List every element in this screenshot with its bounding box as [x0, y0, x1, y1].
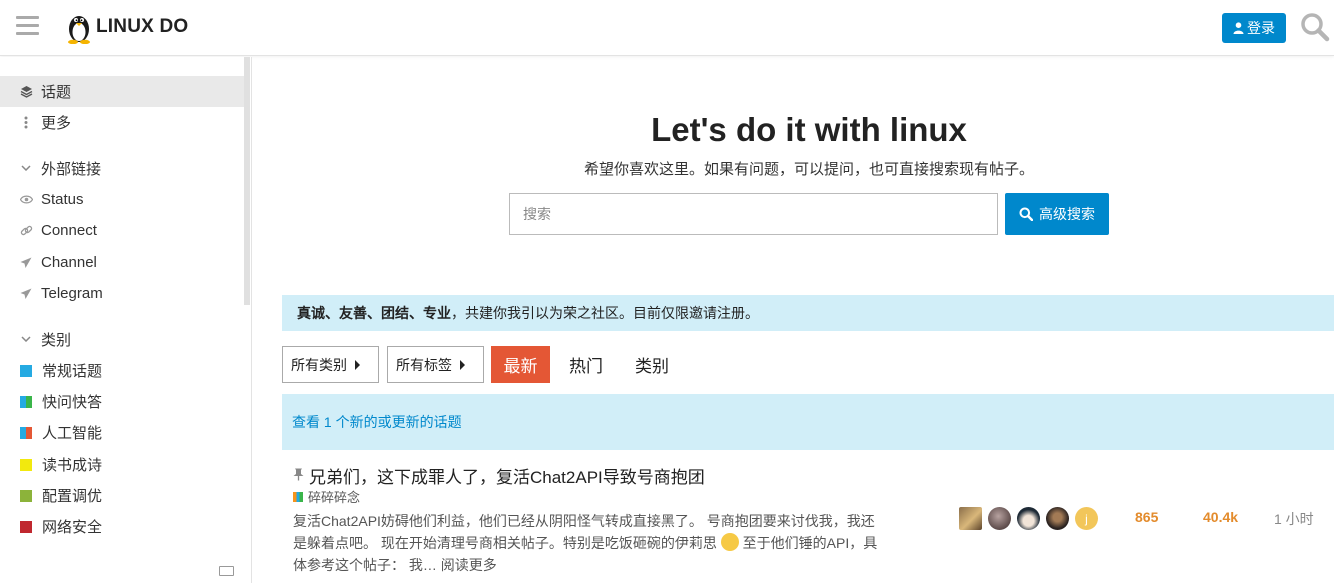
- tab-hot[interactable]: 热门: [557, 346, 615, 383]
- site-header: LINUX DO 登录: [0, 0, 1334, 56]
- topic-title[interactable]: 兄弟们，这下成罪人了，复活Chat2API导致号商抱团: [293, 463, 705, 488]
- avatar[interactable]: [959, 507, 982, 530]
- tag-dropdown-label: 所有标签: [396, 356, 452, 373]
- new-topics-notice[interactable]: 查看 1 个新的或更新的话题: [282, 394, 1334, 450]
- excerpt-text: 是躲着点吧。 现在开始清理号商相关帖子。特别是吃饭砸碗的伊莉思: [293, 535, 717, 551]
- sidebar-category-config[interactable]: 配置调优: [0, 480, 244, 511]
- search-icon[interactable]: [1300, 12, 1330, 42]
- topic-category-badge[interactable]: 碎碎碎念: [293, 487, 360, 506]
- category-color-swatch: [20, 426, 32, 439]
- category-color-swatch: [293, 491, 303, 502]
- topic-title-text: 兄弟们，这下成罪人了，复活Chat2API导致号商抱团: [309, 468, 705, 487]
- read-more-link[interactable]: 阅读更多: [441, 557, 497, 573]
- chevron-down-icon: [19, 333, 33, 345]
- page-subtitle: 希望你喜欢这里。如果有问题，可以提问，也可直接搜索现有帖子。: [583, 161, 1034, 178]
- excerpt-text: 体参考这个帖子： 我…: [293, 557, 437, 573]
- sidebar-category-quick-qa[interactable]: 快问快答: [0, 386, 244, 417]
- tab-latest[interactable]: 最新: [491, 346, 550, 383]
- category-dropdown[interactable]: 所有类别: [282, 346, 379, 383]
- topic-activity-time[interactable]: 1 小时: [1274, 509, 1314, 529]
- search-placeholder: 搜索: [523, 206, 551, 222]
- sidebar-item-telegram[interactable]: Telegram: [0, 278, 244, 309]
- tab-categories[interactable]: 类别: [623, 346, 681, 383]
- category-color-swatch: [20, 458, 32, 471]
- caret-right-icon: [355, 359, 360, 370]
- search-icon: [1019, 207, 1033, 221]
- sidebar-item-label: 话题: [41, 84, 72, 101]
- sidebar-item-label: 常规话题: [42, 363, 103, 380]
- sidebar-item-channel[interactable]: Channel: [0, 247, 244, 278]
- sidebar-item-more[interactable]: 更多: [0, 107, 244, 138]
- category-color-swatch: [20, 364, 32, 377]
- sidebar-item-label: 快问快答: [42, 394, 103, 411]
- grin-emoji-icon: [720, 533, 739, 551]
- login-label: 登录: [1247, 20, 1275, 36]
- avatar[interactable]: [1046, 507, 1069, 530]
- layers-icon: [19, 85, 33, 99]
- site-logo[interactable]: LINUX DO: [64, 10, 188, 44]
- category-color-swatch: [20, 395, 32, 408]
- sidebar-category-security[interactable]: 网络安全: [0, 511, 244, 542]
- sidebar-item-label: 配置调优: [42, 488, 103, 505]
- caret-right-icon: [460, 359, 465, 370]
- vertical-ellipsis-icon: [19, 116, 33, 130]
- sidebar-scrollbar[interactable]: [244, 57, 250, 305]
- community-banner: 真诚、友善、团结、专业 ，共建你我引以为荣之社区。目前仅限邀请注册。: [282, 295, 1334, 331]
- excerpt-text: 至于他们锤的API，具: [742, 535, 878, 551]
- tux-penguin-icon: [68, 16, 90, 44]
- section-heading: 外部链接: [41, 160, 102, 178]
- sidebar-item-label: 人工智能: [42, 425, 103, 442]
- excerpt-line: 复活Chat2API妨碍他们利益，他们已经从阴阳怪气转成直接黑了。 号商抱团要来…: [293, 513, 875, 529]
- excerpt-line-2: 是躲着点吧。 现在开始清理号商相关帖子。特别是吃饭砸碗的伊莉思 至于他们锤的AP…: [293, 532, 923, 554]
- topic-category-label: 碎碎碎念: [308, 490, 361, 505]
- send-icon: [19, 256, 33, 270]
- sidebar-item-topics[interactable]: 话题: [0, 76, 244, 107]
- sidebar-item-label: Channel: [41, 254, 97, 271]
- sidebar-item-status[interactable]: Status: [0, 184, 244, 215]
- sidebar-section-external-links[interactable]: 外部链接: [0, 153, 244, 183]
- tag-dropdown[interactable]: 所有标签: [387, 346, 484, 383]
- section-heading: 类别: [41, 331, 72, 349]
- pin-icon: [293, 468, 305, 484]
- topic-view-count: 40.4k: [1203, 509, 1239, 525]
- avatar[interactable]: [988, 507, 1011, 530]
- send-icon: [19, 287, 33, 301]
- sidebar-item-label: Status: [41, 191, 84, 208]
- search-input[interactable]: 搜索: [509, 193, 998, 235]
- sidebar-category-general[interactable]: 常规话题: [0, 355, 244, 386]
- sidebar-category-reading[interactable]: 读书成诗: [0, 449, 244, 480]
- hamburger-menu-icon[interactable]: [16, 16, 39, 36]
- keyboard-shortcuts-icon[interactable]: [219, 566, 234, 576]
- category-dropdown-label: 所有类别: [291, 356, 347, 373]
- banner-text: ，共建你我引以为荣之社区。目前仅限邀请注册。: [451, 305, 759, 321]
- excerpt-line-3: 体参考这个帖子： 我… 阅读更多: [293, 554, 923, 576]
- sidebar-section-categories[interactable]: 类别: [0, 324, 244, 354]
- banner-bold-text: 真诚、友善、团结、专业: [297, 305, 451, 321]
- poster-avatars: j: [959, 507, 1098, 530]
- sidebar-item-label: 网络安全: [42, 519, 103, 536]
- avatar[interactable]: [1017, 507, 1040, 530]
- advanced-search-label: 高级搜索: [1039, 206, 1095, 222]
- category-color-swatch: [20, 489, 32, 502]
- chevron-down-icon: [19, 162, 33, 174]
- sidebar-item-connect[interactable]: Connect: [0, 215, 244, 246]
- eye-icon: [19, 193, 33, 207]
- sidebar-item-label: Connect: [41, 222, 97, 239]
- link-icon: [19, 224, 33, 238]
- advanced-search-button[interactable]: 高级搜索: [1005, 193, 1109, 235]
- sidebar-item-label: 读书成诗: [42, 457, 103, 474]
- topic-excerpt: 复活Chat2API妨碍他们利益，他们已经从阴阳怪气转成直接黑了。 号商抱团要来…: [293, 510, 923, 576]
- sidebar-item-label: 更多: [41, 115, 72, 132]
- user-icon: [1233, 22, 1244, 34]
- login-button[interactable]: 登录: [1222, 13, 1286, 43]
- topic-reply-count[interactable]: 865: [1135, 509, 1158, 525]
- sidebar-category-ai[interactable]: 人工智能: [0, 417, 244, 448]
- avatar[interactable]: j: [1075, 507, 1098, 530]
- category-color-swatch: [20, 520, 32, 533]
- logo-text: LINUX DO: [96, 16, 189, 37]
- main-content: Let's do it with linux 希望你喜欢这里。如果有问题，可以提…: [253, 57, 1334, 583]
- sidebar-item-label: Telegram: [41, 285, 103, 302]
- page-title: Let's do it with linux: [651, 111, 967, 148]
